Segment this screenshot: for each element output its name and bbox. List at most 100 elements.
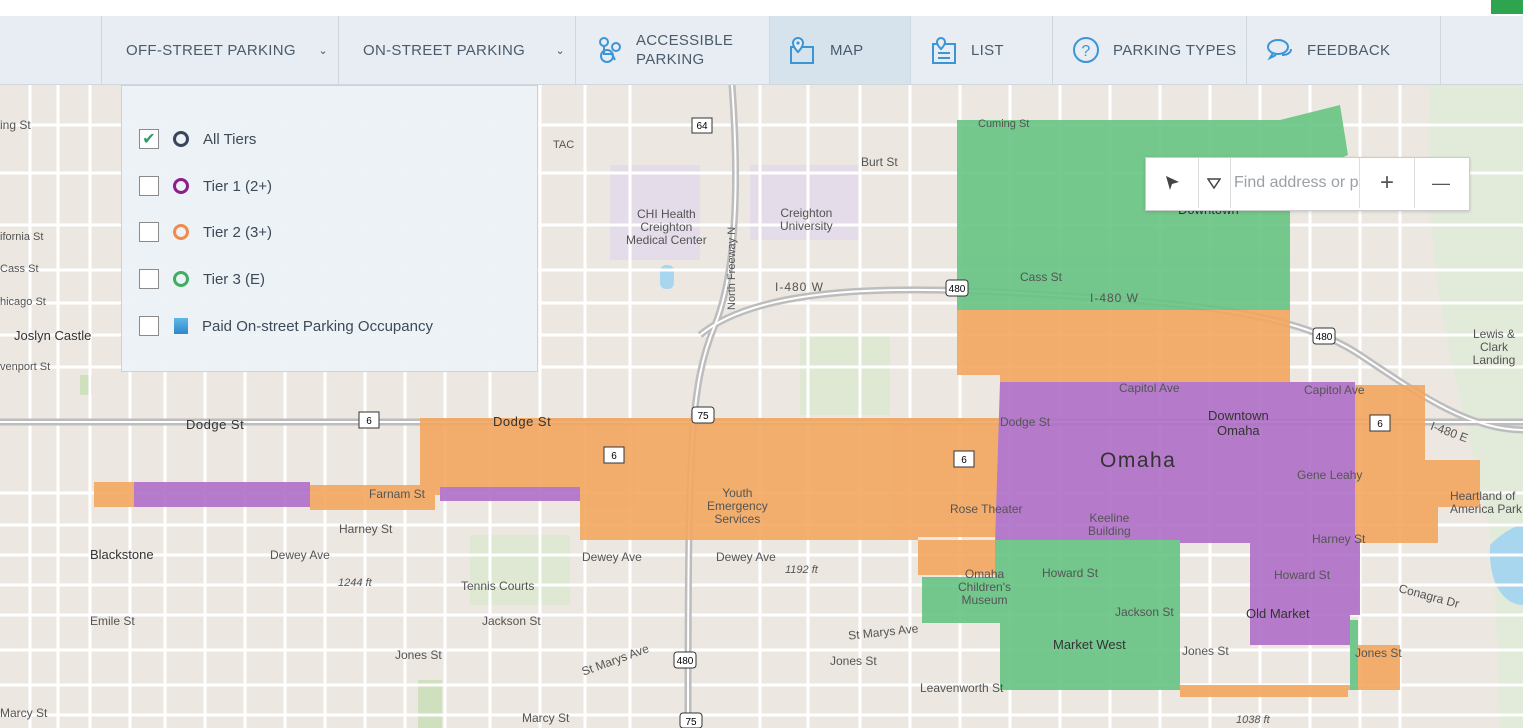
tier-option[interactable]: Tier 2 (3+) — [139, 220, 272, 244]
svg-text:64: 64 — [696, 121, 708, 132]
tab-map[interactable]: MAP — [769, 16, 910, 84]
accessible-icon — [599, 37, 621, 63]
place-label: Youth Emergency Services — [707, 486, 768, 526]
interstate-480-shield-east: 480 — [1312, 327, 1336, 345]
street-label: Capitol Ave — [1119, 381, 1180, 395]
highway-label: North Freeway N — [726, 226, 738, 310]
address-search-input[interactable] — [1232, 166, 1362, 200]
street-label: Jones St — [395, 648, 442, 662]
off-street-tier-dropdown: ✔ All Tiers Tier 1 (2+) Tier 2 (3+) Tier 3 (… — [121, 85, 538, 372]
street-label: Emile St — [90, 614, 135, 628]
street-label: Jones St — [1355, 646, 1402, 660]
checkbox[interactable] — [139, 222, 159, 242]
chevron-down-icon: ⌄ — [318, 45, 328, 57]
feedback-button[interactable]: FEEDBACK — [1246, 16, 1440, 84]
svg-text:6: 6 — [366, 416, 372, 427]
tier-option-label: All Tiers — [203, 130, 257, 148]
checkbox[interactable] — [139, 316, 159, 336]
checkbox[interactable]: ✔ — [139, 129, 159, 149]
place-label: Old Market — [1246, 606, 1310, 621]
street-label: Jackson St — [1115, 605, 1174, 619]
map-controls: + — — [1145, 157, 1470, 211]
street-label: Cass St — [0, 263, 39, 275]
zone-tier1-farnam-east — [440, 487, 580, 501]
svg-text:480: 480 — [1316, 332, 1333, 343]
place-label: Lewis & Clark Landing — [1472, 327, 1516, 367]
tab-list[interactable]: LIST — [910, 16, 1052, 84]
highway-label: I-480 W — [1090, 291, 1140, 305]
tier-dot-icon — [173, 131, 189, 147]
cursor-arrow-icon — [1166, 176, 1179, 190]
place-label: Blackstone — [90, 547, 154, 562]
top-strip — [0, 0, 1523, 17]
chevron-down-icon: ⌄ — [555, 45, 565, 57]
street-label: Capitol Ave — [1304, 383, 1365, 397]
place-label: Tennis Courts — [461, 579, 535, 593]
street-label: hicago St — [0, 296, 46, 308]
top-navigation: OFF-STREET PARKING ⌄ ON-STREET PARKING ⌄… — [0, 16, 1523, 85]
us-6-shield-2: 6 — [603, 446, 625, 464]
tier-option[interactable]: Paid On-street Parking Occupancy — [139, 314, 433, 338]
tier-option[interactable]: Tier 1 (2+) — [139, 174, 272, 198]
accessible-parking-label: ACCESSIBLE PARKING — [636, 31, 733, 69]
place-label: CHI Health Creighton Medical Center — [626, 207, 707, 247]
zoom-in-button[interactable]: + — [1359, 158, 1415, 208]
svg-text:480: 480 — [677, 656, 694, 667]
place-label: Market West — [1053, 637, 1126, 652]
tool-menu-button[interactable] — [1198, 158, 1231, 208]
park-area — [800, 335, 890, 415]
svg-text:6: 6 — [1377, 419, 1383, 430]
accessible-parking-button[interactable]: ACCESSIBLE PARKING — [575, 16, 769, 84]
elevation-label: 1244 ft — [338, 577, 372, 589]
place-label: Joslyn Castle — [14, 328, 92, 343]
elevation-label: 1192 ft — [785, 564, 818, 576]
highway-label: I-480 W — [775, 280, 825, 294]
on-street-parking-dropdown[interactable]: ON-STREET PARKING ⌄ — [338, 16, 575, 84]
tier-dot-icon — [173, 178, 189, 194]
tier-option[interactable]: Tier 3 (E) — [139, 267, 265, 291]
zone-tier1-farnam — [134, 482, 310, 507]
select-tool-button[interactable] — [1146, 158, 1199, 208]
checkbox[interactable] — [139, 269, 159, 289]
zone-tier2-north — [957, 310, 1290, 382]
street-label: Dodge St — [493, 414, 552, 429]
interstate-75-shield-south: 75 — [679, 712, 703, 728]
park-strip — [418, 680, 442, 728]
tab-list-label: LIST — [971, 41, 1004, 59]
tier-dot-icon — [173, 271, 189, 287]
street-label: Dewey Ave — [716, 550, 776, 564]
tier-option-label: Tier 3 (E) — [203, 270, 265, 288]
feedback-label: FEEDBACK — [1307, 41, 1391, 59]
street-label: Cuming St — [978, 118, 1030, 130]
street-label: Cass St — [1020, 270, 1063, 284]
tier-option-label: Tier 1 (2+) — [203, 177, 273, 195]
elevation-label: 1038 ft — [1236, 714, 1270, 726]
street-label: Harney St — [1312, 532, 1366, 546]
interstate-75-shield: 75 — [691, 406, 715, 424]
svg-text:480: 480 — [949, 284, 966, 295]
city-label: Omaha — [1100, 449, 1177, 472]
zoom-out-button[interactable]: — — [1414, 158, 1468, 208]
off-street-parking-dropdown[interactable]: OFF-STREET PARKING ⌄ — [101, 16, 338, 84]
street-label: Dewey Ave — [582, 550, 642, 564]
street-label: Farnam St — [369, 487, 426, 501]
on-street-parking-label: ON-STREET PARKING — [363, 41, 526, 59]
svg-text:75: 75 — [685, 717, 697, 728]
question-icon: ? — [1073, 37, 1099, 63]
minus-icon: — — [1432, 172, 1450, 193]
street-label: Howard St — [1042, 566, 1099, 580]
place-label: Keeline Building — [1088, 511, 1131, 538]
accessible-label-line2: PARKING — [636, 51, 705, 68]
place-label: Omaha Children's Museum — [958, 567, 1011, 607]
accessible-label-line1: ACCESSIBLE — [636, 32, 734, 49]
street-label: Howard St — [1274, 568, 1331, 582]
tab-map-label: MAP — [830, 41, 864, 59]
map-icon — [790, 36, 814, 64]
street-label: Burt St — [861, 155, 898, 169]
tier-option-label: Tier 2 (3+) — [203, 223, 273, 241]
checkbox[interactable] — [139, 176, 159, 196]
occupancy-swatch-icon — [174, 318, 188, 334]
parking-types-button[interactable]: ? PARKING TYPES — [1052, 16, 1246, 84]
tier-option[interactable]: ✔ All Tiers — [139, 127, 256, 151]
